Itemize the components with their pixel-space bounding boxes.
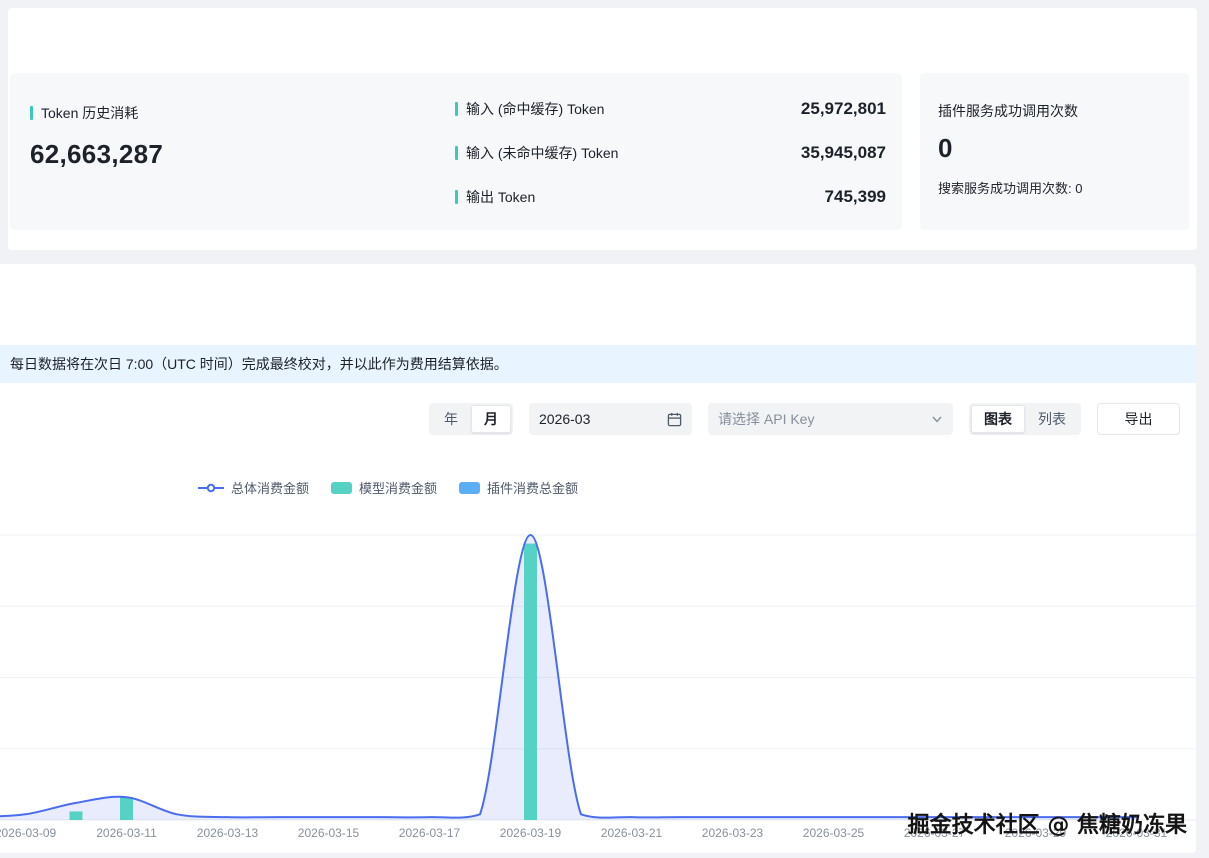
calendar-icon <box>667 412 682 427</box>
x-axis-label: 2026-03-31 <box>1106 826 1168 840</box>
export-button-label: 导出 <box>1125 409 1153 429</box>
export-button[interactable]: 导出 <box>1097 403 1180 435</box>
legend-label-model: 模型消费金额 <box>359 478 437 497</box>
teal-marker-icon <box>30 106 33 120</box>
period-option-month[interactable]: 月 <box>471 405 511 433</box>
consumption-chart[interactable]: 2026-03-09 2026-03-11 2026-03-13 2026-03-15… <box>0 504 1196 853</box>
bar-2026-03-10[interactable] <box>70 811 83 820</box>
chevron-down-icon <box>931 413 943 425</box>
stat-value-cache-hit: 25,972,801 <box>801 99 886 119</box>
stat-value-cache-miss: 35,945,087 <box>801 143 886 163</box>
consumption-panel: 每日数据将在次日 7:00（UTC 时间）完成最终校对，并以此作为费用结算依据。… <box>0 264 1196 853</box>
legend-label-plugin: 插件消费总金额 <box>487 478 578 497</box>
settlement-notice-banner: 每日数据将在次日 7:00（UTC 时间）完成最终校对，并以此作为费用结算依据。 <box>0 345 1196 383</box>
x-axis-label: 2026-03-11 <box>96 826 157 840</box>
legend-item-plugin[interactable]: 插件消费总金额 <box>459 478 578 497</box>
search-calls-subtitle: 搜索服务成功调用次数: 0 <box>938 178 1189 197</box>
month-picker-value: 2026-03 <box>539 411 667 427</box>
month-picker[interactable]: 2026-03 <box>529 403 692 435</box>
stat-label-cache-hit: 输入 (命中缓存) Token <box>466 99 604 119</box>
x-axis-label: 2026-03-09 <box>0 826 57 840</box>
x-axis-label: 2026-03-25 <box>803 826 865 840</box>
token-history-block: Token 历史消耗 62,663,287 <box>10 73 455 230</box>
x-axis-label: 2026-03-29 <box>1005 826 1067 840</box>
line-series-marker-icon <box>198 483 224 493</box>
chart-legend: 总体消费金额 模型消费金额 插件消费总金额 <box>198 478 578 497</box>
token-history-title: Token 历史消耗 <box>41 103 138 123</box>
teal-marker-icon <box>455 146 458 160</box>
view-option-list[interactable]: 列表 <box>1025 405 1079 433</box>
teal-marker-icon <box>455 190 458 204</box>
bar-2026-03-19[interactable] <box>524 544 537 820</box>
stat-row-output: 输出 Token 745,399 <box>455 181 886 212</box>
bar-2026-03-11[interactable] <box>120 797 133 820</box>
plugin-calls-card: 插件服务成功调用次数 0 搜索服务成功调用次数: 0 <box>920 73 1189 230</box>
api-key-select[interactable]: 请选择 API Key <box>708 403 953 435</box>
period-option-year[interactable]: 年 <box>431 405 471 433</box>
view-option-chart[interactable]: 图表 <box>971 405 1025 433</box>
x-axis-label: 2026-03-13 <box>197 826 259 840</box>
view-segmented-control: 图表 列表 <box>969 403 1081 435</box>
plugin-calls-value: 0 <box>938 133 1189 164</box>
stat-row-cache-hit: 输入 (命中缓存) Token 25,972,801 <box>455 93 886 124</box>
stat-row-cache-miss: 输入 (未命中缓存) Token 35,945,087 <box>455 137 886 168</box>
summary-cards: Token 历史消耗 62,663,287 输入 (命中缓存) Token 25… <box>10 73 1189 230</box>
token-usage-card: Token 历史消耗 62,663,287 输入 (命中缓存) Token 25… <box>10 73 902 230</box>
chart-toolbar: 年 月 2026-03 请选择 API Key 图表 列表 导出 <box>429 403 1180 435</box>
x-axis-label: 2026-03-23 <box>702 826 764 840</box>
teal-marker-icon <box>455 102 458 116</box>
stat-value-output: 745,399 <box>825 187 886 207</box>
legend-item-total[interactable]: 总体消费金额 <box>198 478 309 497</box>
token-summary-panel: Token 历史消耗 62,663,287 输入 (命中缓存) Token 25… <box>8 8 1197 250</box>
stat-label-output: 输出 Token <box>466 187 535 207</box>
x-axis-label: 2026-03-17 <box>399 826 461 840</box>
legend-item-model[interactable]: 模型消费金额 <box>331 478 437 497</box>
plugin-calls-title: 插件服务成功调用次数 <box>938 101 1189 121</box>
chart-area: 2026-03-09 2026-03-11 2026-03-13 2026-03-15… <box>0 504 1196 853</box>
api-key-placeholder: 请选择 API Key <box>718 409 931 429</box>
x-axis-label: 2026-03-27 <box>904 826 966 840</box>
blue-square-marker-icon <box>459 482 480 494</box>
x-axis-label: 2026-03-21 <box>601 826 663 840</box>
stat-label-cache-miss: 输入 (未命中缓存) Token <box>466 143 618 163</box>
x-axis-label: 2026-03-15 <box>298 826 360 840</box>
settlement-notice-text: 每日数据将在次日 7:00（UTC 时间）完成最终校对，并以此作为费用结算依据。 <box>10 354 508 374</box>
token-history-value: 62,663,287 <box>30 139 455 170</box>
teal-square-marker-icon <box>331 482 352 494</box>
period-segmented-control: 年 月 <box>429 403 513 435</box>
legend-label-total: 总体消费金额 <box>231 478 309 497</box>
x-axis-label: 2026-03-19 <box>500 826 562 840</box>
token-breakdown: 输入 (命中缓存) Token 25,972,801 输入 (未命中缓存) To… <box>455 73 902 230</box>
